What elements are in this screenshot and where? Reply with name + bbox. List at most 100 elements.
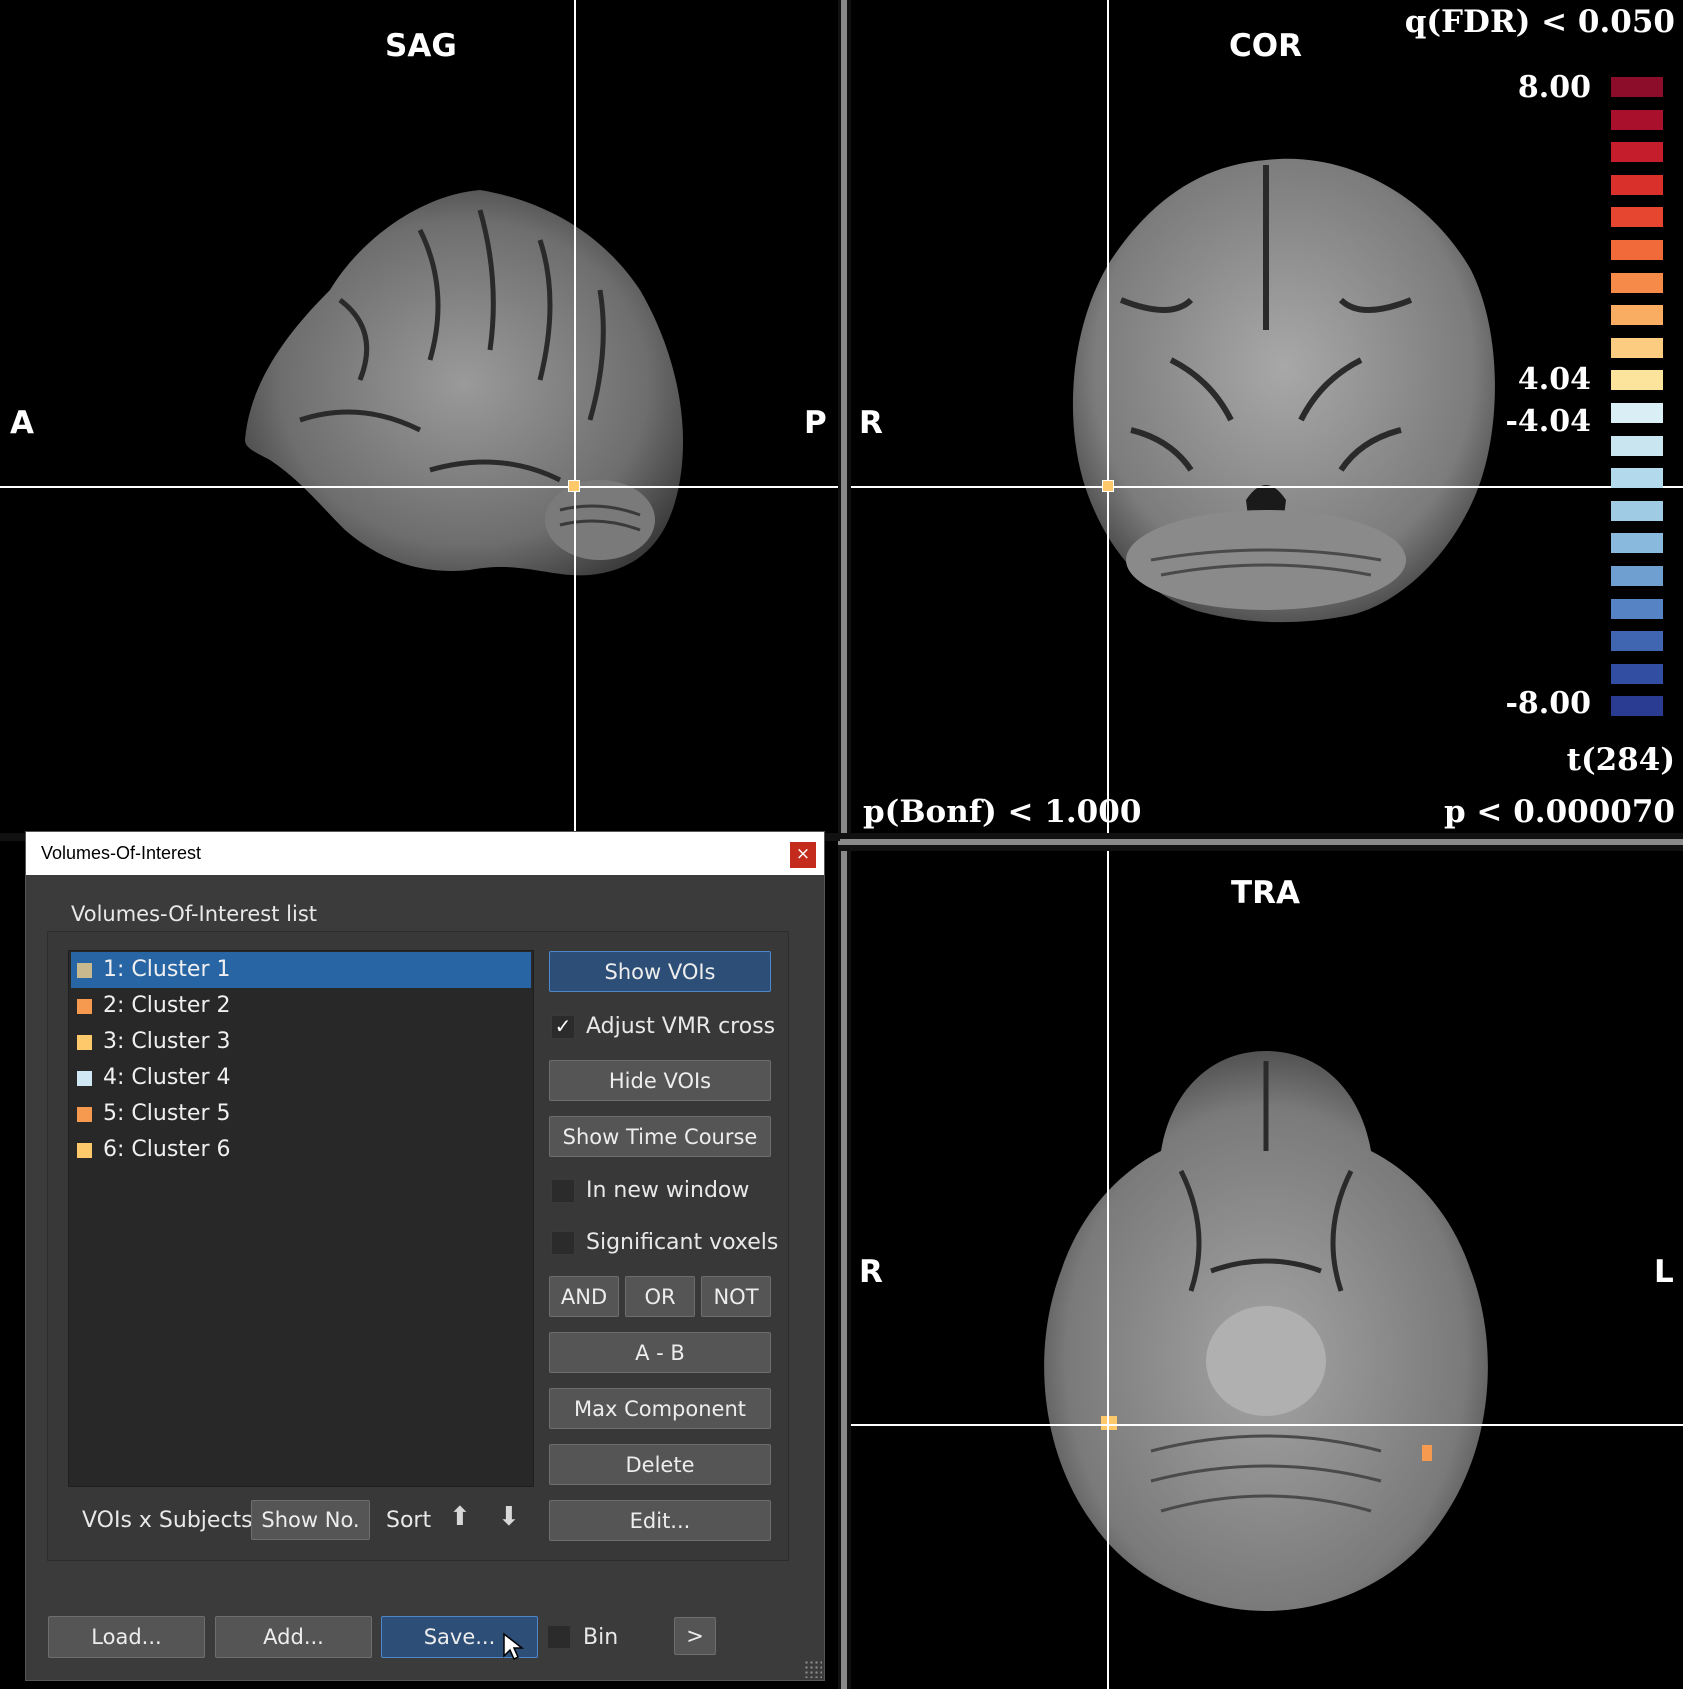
- crosshair-horizontal: [851, 1424, 1683, 1426]
- colorbar-swatch: [1611, 696, 1663, 716]
- sort-up-icon[interactable]: ⬆: [449, 1501, 471, 1532]
- resize-grip-icon[interactable]: [804, 1660, 822, 1678]
- colorbar-swatch: [1611, 142, 1663, 162]
- colorbar-min-label: -8.00: [1505, 686, 1591, 721]
- colorbar-swatch: [1611, 77, 1663, 97]
- colorbar-swatch: [1611, 501, 1663, 521]
- crosshair-vertical: [1107, 851, 1109, 1689]
- significant-voxels-label: Significant voxels: [586, 1230, 779, 1255]
- voi-list-item[interactable]: 5: Cluster 5: [71, 1096, 531, 1132]
- voi-color-swatch: [77, 1107, 92, 1122]
- dialog-titlebar[interactable]: Volumes-Of-Interest ×: [26, 832, 824, 875]
- p-value-label: p < 0.000070: [1443, 794, 1675, 830]
- bin-label: Bin: [583, 1625, 619, 1650]
- voi-color-swatch: [77, 1035, 92, 1050]
- show-no-button[interactable]: Show No.: [251, 1500, 370, 1540]
- max-component-button[interactable]: Max Component: [549, 1388, 771, 1429]
- colorbar-swatch: [1611, 533, 1663, 553]
- colorbar-swatch: [1611, 468, 1663, 488]
- voi-list-item[interactable]: 6: Cluster 6: [71, 1132, 531, 1168]
- adjust-vmr-cross-checkbox[interactable]: ✓: [551, 1015, 575, 1039]
- colorbar-swatch: [1611, 436, 1663, 456]
- colorbar-swatch: [1611, 338, 1663, 358]
- colorbar-swatch: [1611, 240, 1663, 260]
- crosshair-vertical: [1107, 0, 1109, 833]
- colorbar-swatch: [1611, 175, 1663, 195]
- voi-list[interactable]: 1: Cluster 1 2: Cluster 2 3: Cluster 3 4…: [68, 950, 534, 1487]
- in-new-window-checkbox[interactable]: [551, 1179, 575, 1203]
- crosshair-horizontal: [851, 486, 1683, 488]
- voi-color-swatch: [77, 1143, 92, 1158]
- orientation-label-left: R: [859, 405, 883, 441]
- transversal-view[interactable]: TRA R L: [851, 851, 1683, 1689]
- show-time-course-button[interactable]: Show Time Course: [549, 1116, 771, 1157]
- voi-item-label: 1: Cluster 1: [103, 957, 231, 982]
- a-minus-b-button[interactable]: A - B: [549, 1332, 771, 1373]
- crosshair-horizontal: [0, 486, 838, 488]
- voi-item-label: 5: Cluster 5: [103, 1101, 231, 1126]
- sagittal-brain-slice: [245, 190, 684, 576]
- voi-dialog: Volumes-Of-Interest × Volumes-Of-Interes…: [25, 831, 825, 1681]
- colorbar-max-label: 8.00: [1517, 70, 1591, 105]
- or-button[interactable]: OR: [625, 1276, 695, 1317]
- colorbar-swatch: [1611, 631, 1663, 651]
- view-title: SAG: [385, 28, 457, 64]
- hide-vois-button[interactable]: Hide VOIs: [549, 1060, 771, 1101]
- voi-item-label: 6: Cluster 6: [103, 1137, 231, 1162]
- sagittal-view[interactable]: SAG A P: [0, 0, 838, 833]
- colorbar-swatch: [1611, 664, 1663, 684]
- vois-x-subjects-label: VOIs x Subjects: [82, 1508, 253, 1533]
- in-new-window-label: In new window: [586, 1178, 750, 1203]
- significant-voxels-checkbox[interactable]: [551, 1231, 575, 1255]
- view-title: TRA: [1231, 875, 1301, 911]
- transversal-brain-slice: [1044, 1051, 1488, 1611]
- coronal-view[interactable]: COR R q(FDR) < 0.050 8.00 4.04 -4.04 -8.…: [851, 0, 1683, 833]
- colorbar-swatch: [1611, 599, 1663, 619]
- orientation-label-left: R: [859, 1254, 883, 1290]
- voi-list-item[interactable]: 2: Cluster 2: [71, 988, 531, 1024]
- not-button[interactable]: NOT: [701, 1276, 771, 1317]
- mouse-cursor-icon: [503, 1632, 524, 1661]
- voi-list-group-label: Volumes-Of-Interest list: [71, 902, 318, 926]
- voi-list-item[interactable]: 3: Cluster 3: [71, 1024, 531, 1060]
- bin-checkbox[interactable]: [547, 1625, 571, 1649]
- dialog-title: Volumes-Of-Interest: [41, 843, 202, 863]
- edit-button[interactable]: Edit...: [549, 1500, 771, 1541]
- voi-color-swatch: [77, 999, 92, 1014]
- adjust-vmr-cross-label: Adjust VMR cross: [586, 1014, 776, 1039]
- colorbar-swatch: [1611, 207, 1663, 227]
- delete-button[interactable]: Delete: [549, 1444, 771, 1485]
- close-button[interactable]: ×: [790, 842, 816, 868]
- p-bonf-label: p(Bonf) < 1.000: [863, 794, 1142, 830]
- colorbar-swatch: [1611, 110, 1663, 130]
- voi-marker: [568, 480, 580, 492]
- voi-item-label: 2: Cluster 2: [103, 993, 231, 1018]
- colorbar-swatch: [1611, 273, 1663, 293]
- voi-list-item[interactable]: 1: Cluster 1: [71, 952, 531, 988]
- more-options-button[interactable]: >: [674, 1617, 716, 1655]
- colorbar-swatch: [1611, 566, 1663, 586]
- orientation-label-left: A: [10, 405, 34, 441]
- voi-color-swatch: [77, 1071, 92, 1086]
- voi-list-item[interactable]: 4: Cluster 4: [71, 1060, 531, 1096]
- voi-item-label: 4: Cluster 4: [103, 1065, 231, 1090]
- load-button[interactable]: Load...: [48, 1616, 205, 1658]
- voi-item-label: 3: Cluster 3: [103, 1029, 231, 1054]
- voi-marker: [1102, 480, 1114, 492]
- colorbar-swatch: [1611, 403, 1663, 423]
- sort-down-icon[interactable]: ⬇: [498, 1501, 520, 1532]
- colorbar-pos-threshold-label: 4.04: [1517, 362, 1591, 397]
- q-fdr-label: q(FDR) < 0.050: [1404, 4, 1675, 40]
- sort-label: Sort: [386, 1508, 432, 1533]
- view-divider-horizontal[interactable]: [838, 833, 1683, 851]
- view-title: COR: [1229, 28, 1302, 64]
- colorbar-neg-threshold-label: -4.04: [1505, 404, 1591, 439]
- crosshair-vertical: [574, 0, 576, 833]
- show-vois-button[interactable]: Show VOIs: [549, 951, 771, 992]
- colorbar-swatch: [1611, 370, 1663, 390]
- add-button[interactable]: Add...: [215, 1616, 372, 1658]
- orientation-label-right: P: [804, 405, 827, 441]
- and-button[interactable]: AND: [549, 1276, 619, 1317]
- voi-color-swatch: [77, 963, 92, 978]
- orientation-label-right: L: [1654, 1254, 1674, 1290]
